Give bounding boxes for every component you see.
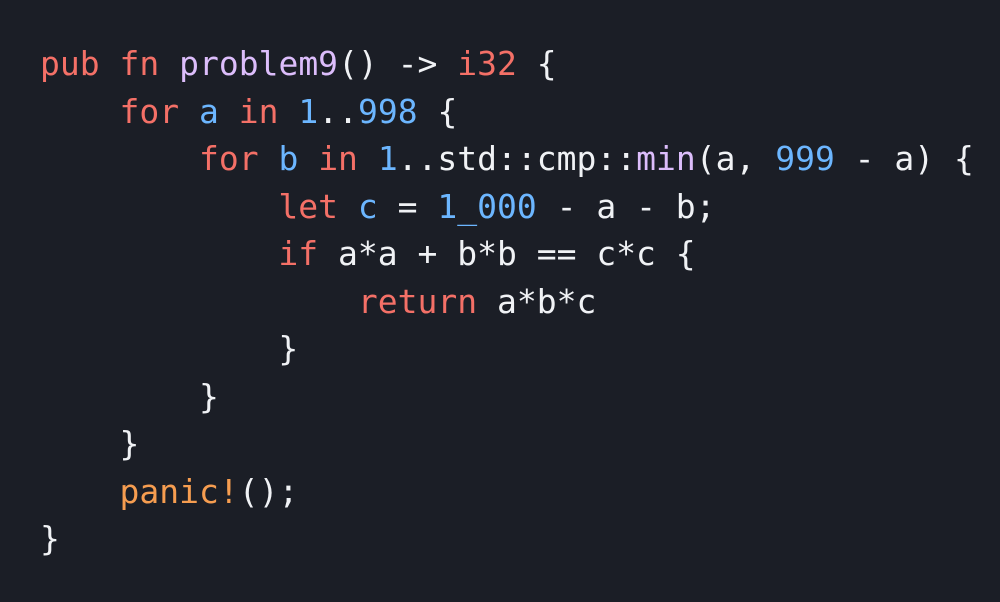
code-token: in	[318, 139, 358, 178]
code-token: ..	[318, 91, 358, 131]
code-token: - a) {	[834, 139, 974, 178]
code-line: let c = 1_000 - a - b;	[40, 183, 1000, 231]
code-token: 998	[357, 91, 418, 131]
code-token: () ->	[338, 44, 458, 83]
code-line: }	[40, 420, 1000, 468]
code-token: a*b*c	[477, 281, 597, 321]
code-line: }	[40, 515, 1000, 563]
code-line: if a*a + b*b == c*c {	[40, 230, 1000, 278]
code-token: }	[40, 376, 219, 416]
code-line: pub fn problem9() -> i32 {	[40, 40, 1000, 88]
code-token: ..std::cmp::	[397, 139, 637, 178]
code-token: 1_000	[437, 186, 537, 226]
code-token: - a - b;	[536, 186, 716, 226]
code-line: }	[40, 373, 1000, 421]
code-line: return a*b*c	[40, 278, 1000, 326]
code-token: }	[40, 519, 60, 558]
code-line: panic!();	[40, 468, 1000, 516]
code-token: in	[238, 91, 279, 131]
code-token: =	[377, 186, 438, 226]
code-editor: pub fn problem9() -> i32 { for a in 1..9…	[0, 0, 1000, 602]
code-line: for a in 1..998 {	[40, 88, 1000, 136]
code-token: {	[516, 44, 557, 83]
code-token: fn	[119, 44, 160, 83]
code-token: a	[198, 91, 219, 131]
code-token: min	[636, 139, 696, 178]
code-token: let	[278, 186, 339, 226]
code-token: i32	[457, 44, 517, 83]
code-token: }	[40, 424, 140, 463]
code-token: for	[119, 91, 180, 131]
code-token: panic!	[119, 471, 239, 511]
code-token: }	[40, 329, 299, 368]
code-token: a*a + b*b == c*c {	[318, 234, 696, 273]
code-token: (a,	[695, 139, 776, 178]
code-token: {	[417, 91, 458, 131]
code-token: 999	[775, 139, 835, 178]
code-token: return	[357, 281, 478, 321]
code-token: for	[198, 139, 259, 178]
code-token: ();	[238, 471, 299, 511]
code-token: problem9	[179, 44, 339, 83]
code-token: pub	[40, 44, 100, 83]
code-token: 1	[298, 91, 319, 131]
code-line: for b in 1..std::cmp::min(a, 999 - a) {	[40, 135, 1000, 183]
code-line: }	[40, 325, 1000, 373]
code-token: c	[357, 186, 378, 226]
code-token: b	[278, 139, 299, 178]
code-token: if	[278, 234, 319, 273]
code-token: 1	[377, 139, 398, 178]
